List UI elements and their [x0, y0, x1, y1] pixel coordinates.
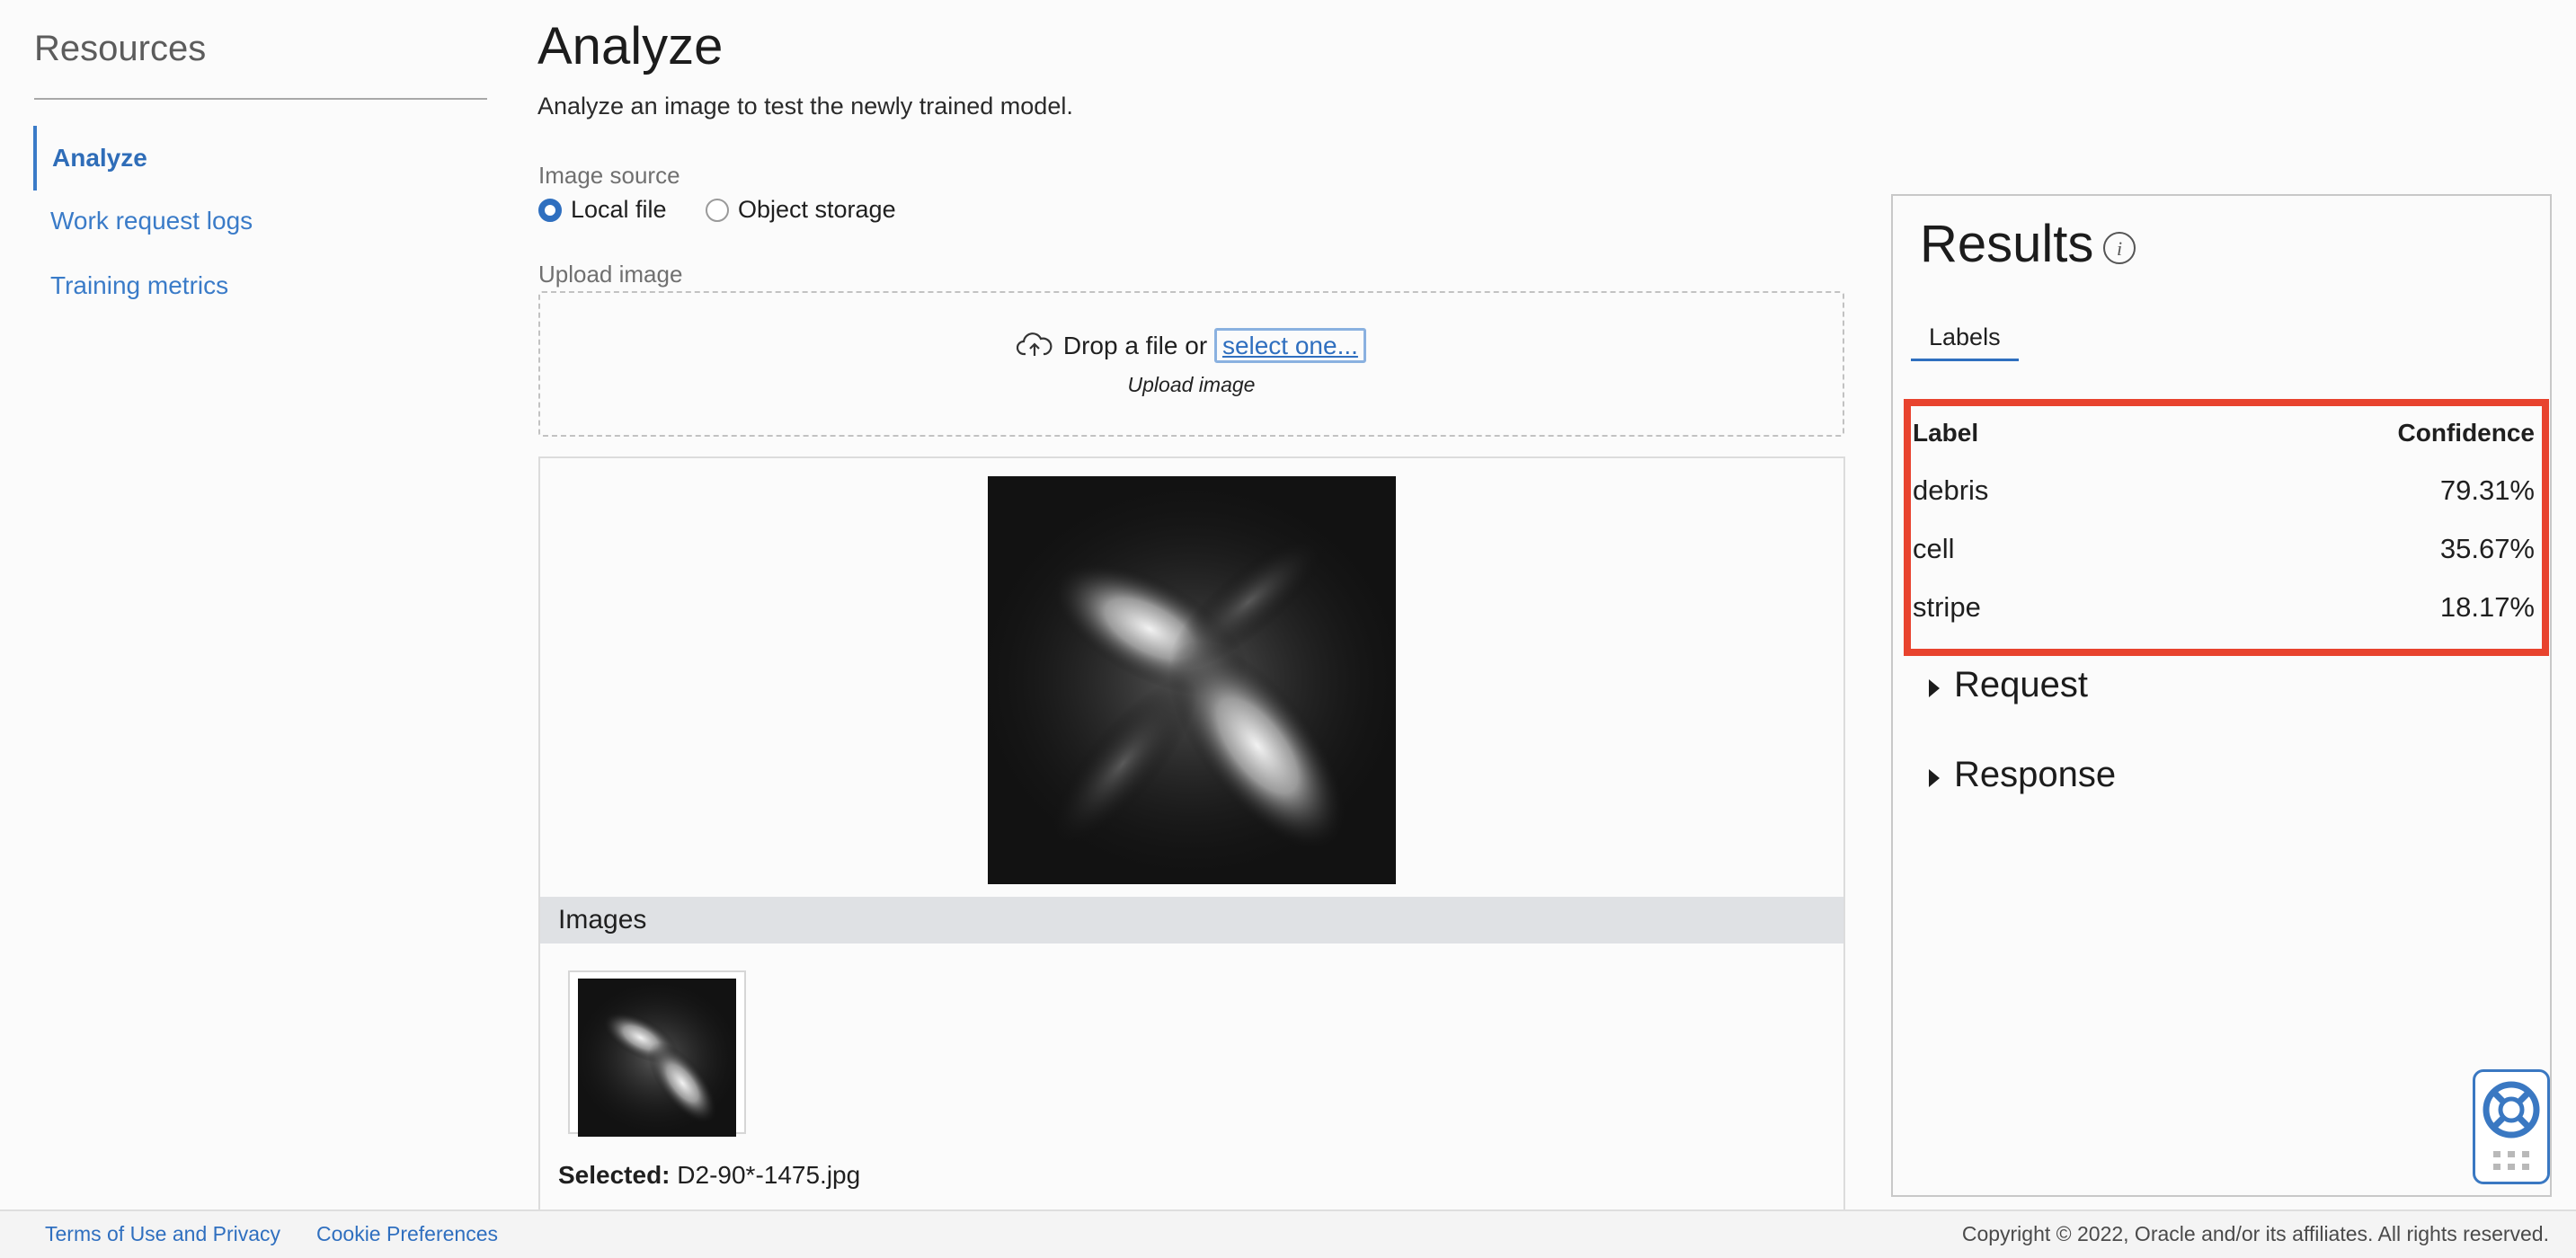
- caret-right-icon: [1929, 678, 1940, 697]
- image-source-label: Image source: [538, 162, 680, 189]
- table-header-row: Label Confidence: [1911, 419, 2542, 476]
- footer-copyright: Copyright © 2022, Oracle and/or its affi…: [1961, 1222, 2549, 1245]
- results-title: Results: [1920, 215, 2094, 273]
- preview-image: [958, 465, 1426, 896]
- upload-sublabel: Upload image: [1127, 373, 1256, 396]
- results-panel: Results i Labels Label Confidence debris…: [1891, 194, 2552, 1197]
- labels-table: Label Confidence debris 79.31% cell 35.6…: [1904, 399, 2549, 656]
- row-confidence: 79.31%: [2439, 474, 2535, 506]
- sidebar-item-work-request-logs[interactable]: Work request logs: [34, 189, 253, 253]
- footer: Terms of Use and Privacy Cookie Preferen…: [0, 1209, 2576, 1258]
- help-lifebuoy-icon: [2483, 1081, 2540, 1170]
- radio-object-storage-label: Object storage: [738, 196, 896, 223]
- page-title: Analyze: [537, 17, 724, 75]
- sidebar-title: Resources: [34, 29, 207, 68]
- sidebar-divider: [34, 98, 487, 100]
- radio-unchecked-icon[interactable]: [706, 198, 729, 222]
- footer-link-terms[interactable]: Terms of Use and Privacy: [45, 1222, 280, 1246]
- table-row: debris 79.31%: [1911, 474, 2542, 532]
- page-description: Analyze an image to test the newly train…: [537, 93, 1073, 120]
- sidebar-item-analyze[interactable]: Analyze: [33, 126, 147, 190]
- row-label: cell: [1913, 533, 1955, 564]
- images-header-bar: Images: [540, 897, 1843, 944]
- radio-local-file-label: Local file: [571, 196, 667, 223]
- selected-file: Selected: D2-90*-1475.jpg: [558, 1161, 860, 1190]
- footer-link-cookie-preferences[interactable]: Cookie Preferences: [316, 1222, 498, 1246]
- row-confidence: 18.17%: [2439, 591, 2535, 623]
- request-section-label: Request: [1954, 665, 2088, 704]
- row-confidence: 35.67%: [2439, 533, 2535, 564]
- radio-checked-icon[interactable]: [538, 198, 562, 222]
- image-preview-panel: Images Selected: D2-90*-1475.jpg: [538, 456, 1845, 1211]
- selected-label: Selected:: [558, 1161, 671, 1189]
- response-section-toggle[interactable]: Response: [1929, 755, 2116, 795]
- request-section-toggle[interactable]: Request: [1929, 665, 2088, 705]
- row-label: debris: [1913, 474, 1989, 506]
- info-icon[interactable]: i: [2101, 230, 2137, 266]
- radio-object-storage[interactable]: Object storage: [706, 196, 896, 224]
- column-header-label: Label: [1913, 419, 1979, 447]
- help-button[interactable]: [2473, 1069, 2550, 1184]
- select-file-link[interactable]: select one...: [1213, 328, 1366, 363]
- drop-text: Drop a file or: [1062, 332, 1208, 359]
- response-section-label: Response: [1954, 755, 2117, 794]
- column-header-confidence: Confidence: [2397, 419, 2535, 447]
- tab-labels[interactable]: Labels: [1911, 323, 2019, 361]
- selected-filename: D2-90*-1475.jpg: [677, 1161, 861, 1189]
- images-header: Images: [558, 905, 647, 935]
- upload-dropzone[interactable]: Drop a file or select one... Upload imag…: [538, 291, 1844, 437]
- table-row: cell 35.67%: [1911, 533, 2542, 590]
- caret-right-icon: [1929, 768, 1940, 787]
- sidebar-item-training-metrics[interactable]: Training metrics: [34, 253, 228, 318]
- drop-line: Drop a file or select one...: [540, 328, 1843, 363]
- thumbnail-image: [566, 973, 748, 1142]
- cloud-upload-icon: [1016, 332, 1053, 356]
- upload-image-label: Upload image: [538, 261, 683, 288]
- radio-local-file[interactable]: Local file: [538, 196, 667, 224]
- row-label: stripe: [1913, 591, 1981, 623]
- image-thumbnail[interactable]: [566, 970, 748, 1142]
- svg-text:i: i: [2117, 237, 2122, 260]
- table-row: stripe 18.17%: [1911, 591, 2542, 649]
